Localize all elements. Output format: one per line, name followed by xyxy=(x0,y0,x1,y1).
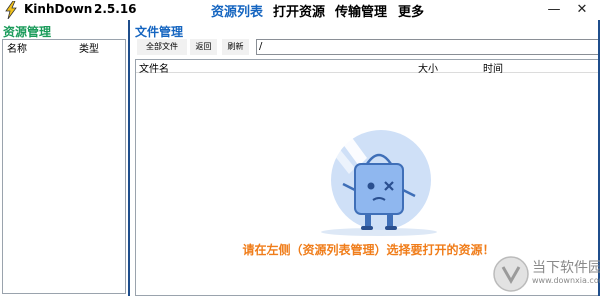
back-button[interactable]: 返回 xyxy=(190,39,217,55)
menu-open-resource[interactable]: 打开资源 xyxy=(273,1,325,20)
resource-list-header: 名称 类型 xyxy=(3,40,125,55)
app-name: KinhDown xyxy=(24,2,93,16)
column-header-size[interactable]: 大小 xyxy=(418,60,438,75)
resource-manager-title: 资源管理 xyxy=(3,25,52,39)
file-manager-title: 文件管理 xyxy=(135,25,184,39)
column-header-time[interactable]: 时间 xyxy=(483,60,503,75)
menu-transfer-manager[interactable]: 传输管理 xyxy=(335,1,387,20)
file-table-header: 文件名 大小 时间 xyxy=(136,60,599,75)
resource-list[interactable]: 名称 类型 xyxy=(2,39,126,294)
watermark-url: www.downxia.com xyxy=(532,276,600,285)
app-version: 2.5.16 xyxy=(94,2,137,16)
title-bar: KinhDown 2.5.16 资源列表 打开资源 传输管理 更多 — ✕ xyxy=(0,0,600,20)
minimize-button[interactable]: — xyxy=(541,0,567,20)
all-files-button[interactable]: 全部文件 xyxy=(137,39,187,55)
path-input[interactable]: / xyxy=(256,39,600,55)
lightning-bolt-icon xyxy=(5,1,17,19)
resource-manager-panel: 资源管理 名称 类型 xyxy=(0,20,130,296)
menu-resource-list[interactable]: 资源列表 xyxy=(211,1,263,20)
column-header-filename[interactable]: 文件名 xyxy=(139,60,169,75)
refresh-button[interactable]: 刷新 xyxy=(222,39,249,55)
confused-bag-mascot-icon xyxy=(319,128,437,236)
column-header-name[interactable]: 名称 xyxy=(7,40,27,55)
menu-more[interactable]: 更多 xyxy=(398,1,424,20)
column-header-type[interactable]: 类型 xyxy=(79,40,99,55)
watermark-text: 当下软件园 xyxy=(532,260,600,276)
close-button[interactable]: ✕ xyxy=(569,0,595,20)
